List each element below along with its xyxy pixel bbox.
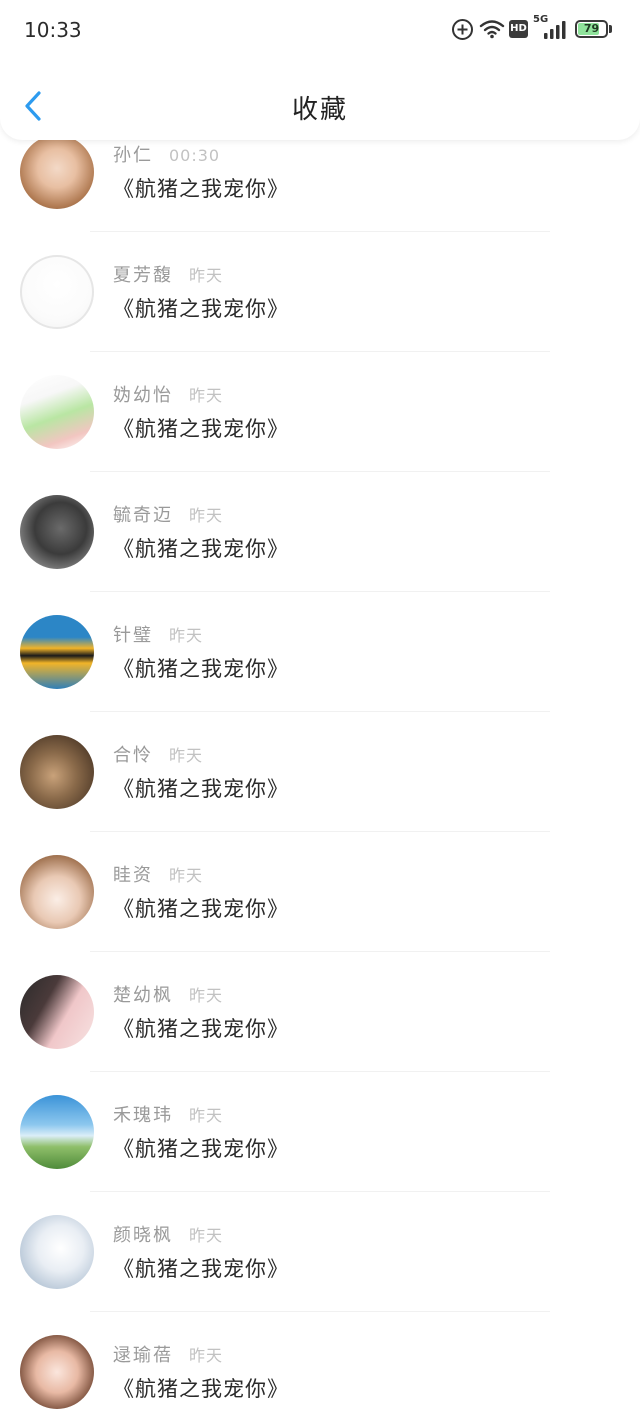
hd-icon: HD <box>509 20 528 38</box>
user-name: 毓奇迈 <box>113 505 173 526</box>
chevron-left-icon <box>25 91 41 121</box>
user-name: 楚幼枫 <box>113 985 173 1006</box>
item-title: 《航猪之我宠你》 <box>113 777 289 801</box>
item-title: 《航猪之我宠你》 <box>113 297 289 321</box>
user-name: 禾瑰玮 <box>113 1105 173 1126</box>
item-title: 《航猪之我宠你》 <box>113 417 289 441</box>
timestamp: 昨天 <box>169 866 204 885</box>
timestamp: 昨天 <box>189 506 224 525</box>
user-name: 逯瑜蓓 <box>113 1345 173 1366</box>
item-meta: 毓奇迈 昨天 <box>113 504 223 528</box>
avatar[interactable] <box>20 1335 94 1409</box>
status-time: 10:33 <box>24 18 82 42</box>
timestamp: 昨天 <box>169 746 204 765</box>
wifi-icon <box>479 20 505 39</box>
list-item[interactable]: 禾瑰玮 昨天《航猪之我宠你》 <box>0 1072 640 1192</box>
timestamp: 昨天 <box>189 986 224 1005</box>
item-meta: 妫幼怡 昨天 <box>113 384 223 408</box>
favorites-screen: 10:33 HD 5G 79 收藏 孙仁 00:30 《航猪之我宠你》 夏芳馥 … <box>0 0 640 1422</box>
list-item[interactable]: 合怜 昨天《航猪之我宠你》 <box>0 712 640 832</box>
user-name: 颜晓枫 <box>113 1225 173 1246</box>
avatar[interactable] <box>20 135 94 209</box>
item-meta: 眭资 昨天 <box>113 864 203 888</box>
add-circle-icon <box>452 19 473 40</box>
timestamp: 昨天 <box>189 1226 224 1245</box>
top-bar: 10:33 HD 5G 79 收藏 <box>0 0 640 140</box>
item-meta: 夏芳馥 昨天 <box>113 264 223 288</box>
user-name: 孙仁 <box>113 145 153 166</box>
item-meta: 合怜 昨天 <box>113 744 203 768</box>
list-item[interactable]: 针璧 昨天《航猪之我宠你》 <box>0 592 640 712</box>
timestamp: 昨天 <box>189 1106 224 1125</box>
battery-tip <box>609 25 612 33</box>
item-title: 《航猪之我宠你》 <box>113 1017 289 1041</box>
battery-level: 79 <box>583 22 600 35</box>
item-meta: 禾瑰玮 昨天 <box>113 1104 223 1128</box>
battery-icon: 79 <box>575 20 608 38</box>
user-name: 针璧 <box>113 625 153 646</box>
avatar[interactable] <box>20 1215 94 1289</box>
avatar[interactable] <box>20 495 94 569</box>
avatar[interactable] <box>20 975 94 1049</box>
item-meta: 针璧 昨天 <box>113 624 203 648</box>
item-title: 《航猪之我宠你》 <box>113 657 289 681</box>
item-meta: 逯瑜蓓 昨天 <box>113 1344 223 1368</box>
timestamp: 00:30 <box>169 146 221 165</box>
avatar[interactable] <box>20 855 94 929</box>
item-meta: 颜晓枫 昨天 <box>113 1224 223 1248</box>
user-name: 眭资 <box>113 865 153 886</box>
item-title: 《航猪之我宠你》 <box>113 1377 289 1401</box>
favorites-list: 孙仁 00:30 《航猪之我宠你》 夏芳馥 昨天 《航猪之我宠你》 妫幼怡 昨天 《航猪之我宠你… <box>0 112 640 1422</box>
item-meta: 孙仁 00:30 <box>113 144 220 168</box>
list-item[interactable]: 眭资 昨天《航猪之我宠你》 <box>0 832 640 952</box>
list-item[interactable]: 楚幼枫 昨天《航猪之我宠你》 <box>0 952 640 1072</box>
page-title: 收藏 <box>291 95 348 125</box>
list-item[interactable]: 夏芳馥 昨天《航猪之我宠你》 <box>0 232 640 352</box>
item-title: 《航猪之我宠你》 <box>113 1137 289 1161</box>
user-name: 妫幼怡 <box>113 385 173 406</box>
timestamp: 昨天 <box>169 626 204 645</box>
avatar[interactable] <box>20 615 94 689</box>
item-meta: 楚幼枫 昨天 <box>113 984 223 1008</box>
user-name: 夏芳馥 <box>113 265 173 286</box>
timestamp: 昨天 <box>189 1346 224 1365</box>
list-item[interactable]: 颜晓枫 昨天《航猪之我宠你》 <box>0 1192 640 1312</box>
item-title: 《航猪之我宠你》 <box>113 537 289 561</box>
user-name: 合怜 <box>113 745 153 766</box>
timestamp: 昨天 <box>189 386 224 405</box>
list-item[interactable]: 逯瑜蓓 昨天《航猪之我宠你》 <box>0 1312 640 1422</box>
back-button[interactable] <box>16 86 52 126</box>
item-title: 《航猪之我宠你》 <box>113 177 289 201</box>
timestamp: 昨天 <box>189 266 224 285</box>
avatar[interactable] <box>20 255 94 329</box>
list-item[interactable]: 妫幼怡 昨天《航猪之我宠你》 <box>0 352 640 472</box>
item-title: 《航猪之我宠你》 <box>113 1257 289 1281</box>
signal-icon <box>544 21 566 39</box>
avatar[interactable] <box>20 735 94 809</box>
avatar[interactable] <box>20 375 94 449</box>
list-item[interactable]: 毓奇迈 昨天《航猪之我宠你》 <box>0 472 640 592</box>
item-title: 《航猪之我宠你》 <box>113 897 289 921</box>
avatar[interactable] <box>20 1095 94 1169</box>
